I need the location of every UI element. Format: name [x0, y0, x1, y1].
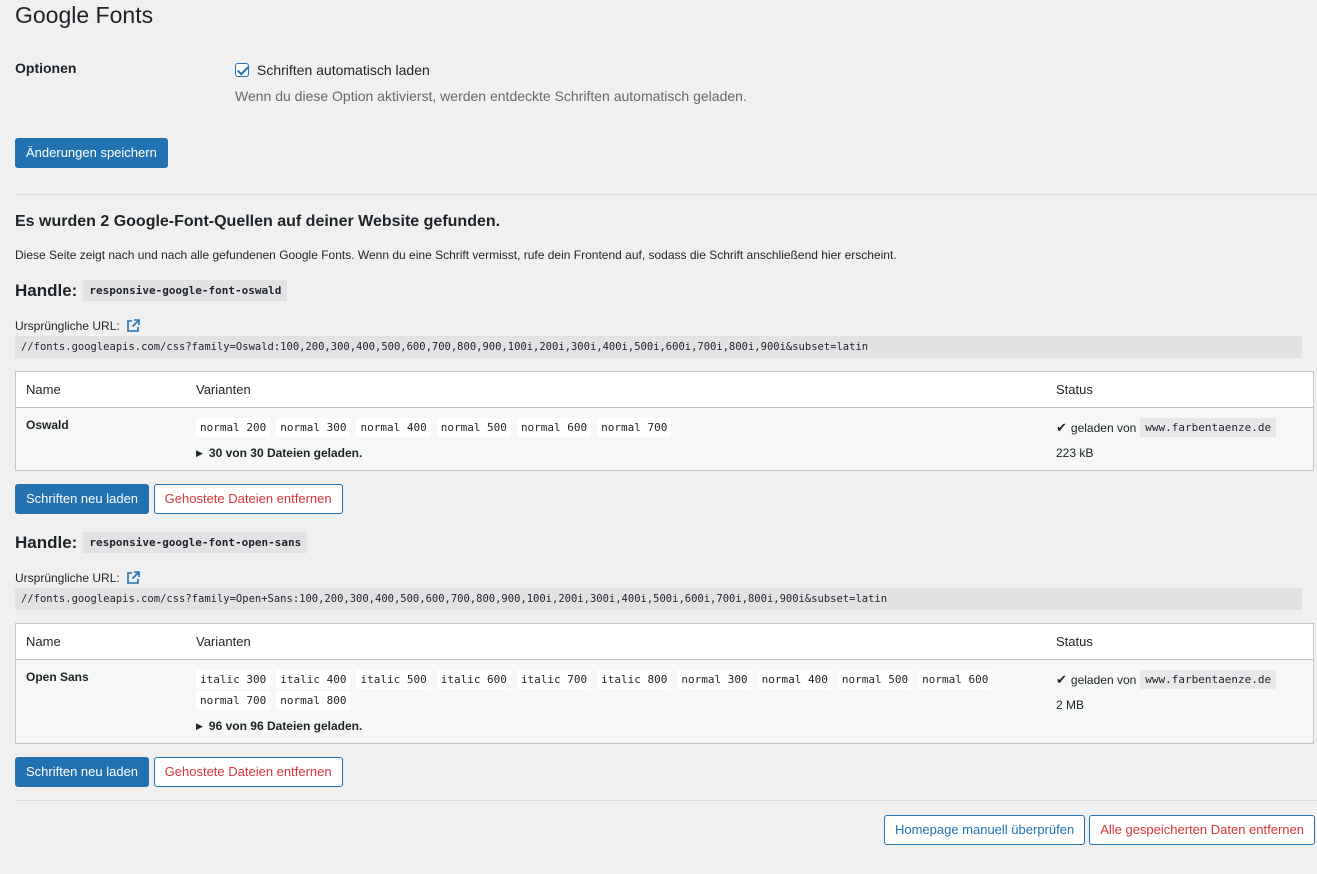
check-homepage-button[interactable]: Homepage manuell überprüfen — [883, 815, 1086, 845]
files-count: 30 von 30 Dateien geladen. — [208, 446, 363, 460]
table-row: Oswald normal 200 normal 300 normal 400 nor… — [15, 407, 1314, 471]
original-url: //fonts.googleapis.com/css?family=Open+S… — [15, 588, 1302, 610]
status-domain: www.farbentaenze.de — [1140, 418, 1277, 437]
divider — [15, 194, 1317, 195]
reload-fonts-button[interactable]: Schriften neu laden — [15, 484, 150, 514]
handle-code: responsive-google-font-oswald — [83, 280, 288, 301]
reload-fonts-button[interactable]: Schriften neu laden — [15, 757, 150, 787]
variant-chip: normal 500 — [837, 670, 913, 689]
col-variants: Varianten — [186, 371, 1046, 408]
col-name: Name — [15, 623, 186, 660]
handle-block: Handle: responsive-google-font-oswald Ur… — [15, 280, 1317, 514]
status-cell: ✔ geladen von www.farbentaenze.de 2 MB — [1046, 659, 1314, 744]
variant-chip: normal 600 — [918, 670, 993, 689]
options-row: Optionen Schriften automatisch laden Wen… — [15, 59, 1317, 104]
found-heading: Es wurden 2 Google-Font-Quellen auf dein… — [15, 213, 501, 230]
loaded-from-label: geladen von — [1070, 420, 1137, 435]
variant-chip: italic 300 — [196, 670, 271, 689]
col-status: Status — [1046, 623, 1314, 660]
variant-chip: normal 500 — [436, 418, 511, 437]
variant-chip: normal 800 — [276, 691, 351, 710]
fonts-table: Name Varianten Status Open Sans italic 3… — [15, 623, 1314, 744]
autoload-description: Wenn du diese Option aktivierst, werden … — [235, 88, 747, 104]
original-url-text: Ursprüngliche URL: — [15, 571, 120, 585]
handle-actions: Schriften neu laden Gehostete Dateien en… — [15, 757, 1317, 787]
status-size: 223 kB — [1056, 446, 1094, 460]
page-title: Google Fonts — [15, 2, 154, 28]
original-url-label: Ursprüngliche URL: — [15, 571, 1317, 585]
col-name: Name — [15, 371, 186, 408]
triangle-right-icon: ▶ — [196, 720, 203, 731]
font-name: Open Sans — [15, 659, 186, 744]
triangle-right-icon: ▶ — [196, 447, 203, 458]
external-link-icon[interactable] — [126, 319, 140, 333]
status-line: ✔ geladen von www.farbentaenze.de — [1056, 670, 1303, 689]
variant-chips: italic 300 italic 400 italic 500 italic 600… — [196, 670, 1036, 710]
options-label: Optionen — [15, 60, 77, 76]
variant-chip: normal 300 — [677, 670, 752, 689]
handle-label: Handle: — [15, 532, 78, 552]
variant-chip: normal 200 — [196, 418, 271, 437]
status-size: 2 MB — [1056, 698, 1085, 712]
autoload-label: Schriften automatisch laden — [257, 62, 430, 78]
loaded-from-label: geladen von — [1070, 672, 1137, 687]
handle-block: Handle: responsive-google-font-open-sans… — [15, 532, 1317, 787]
variants-cell: normal 200 normal 300 normal 400 normal 500… — [186, 407, 1046, 471]
external-link-icon[interactable] — [126, 571, 140, 585]
original-url: //fonts.googleapis.com/css?family=Oswald… — [15, 336, 1302, 358]
save-changes-button[interactable]: Änderungen speichern — [15, 138, 168, 168]
col-variants: Varianten — [186, 623, 1046, 660]
remove-hosted-files-button[interactable]: Gehostete Dateien entfernen — [153, 484, 343, 514]
files-toggle[interactable]: ▶ 96 von 96 Dateien geladen. — [196, 719, 1036, 733]
variant-chip: normal 400 — [356, 418, 431, 437]
variant-chip: italic 600 — [436, 670, 511, 689]
files-toggle[interactable]: ▶ 30 von 30 Dateien geladen. — [196, 446, 1036, 460]
original-url-text: Ursprüngliche URL: — [15, 319, 120, 333]
table-row: Open Sans italic 300 italic 400 italic 500… — [15, 659, 1314, 744]
handle-label: Handle: — [15, 280, 78, 300]
variant-chip: normal 700 — [196, 691, 271, 710]
status-domain: www.farbentaenze.de — [1140, 670, 1277, 689]
autoload-option[interactable]: Schriften automatisch laden — [235, 62, 1317, 78]
original-url-label: Ursprüngliche URL: — [15, 319, 1317, 333]
bottom-actions: Homepage manuell überprüfen Alle gespeic… — [15, 815, 1315, 845]
options-field: Schriften automatisch laden Wenn du dies… — [235, 59, 1317, 104]
variant-chip: normal 400 — [757, 670, 832, 689]
handle-code: responsive-google-font-open-sans — [83, 532, 308, 553]
status-cell: ✔ geladen von www.farbentaenze.de 223 kB — [1046, 407, 1314, 471]
variant-chip: italic 800 — [597, 670, 672, 689]
variant-chip: normal 600 — [516, 418, 592, 437]
files-count: 96 von 96 Dateien geladen. — [208, 719, 363, 733]
divider-bottom — [15, 800, 1317, 801]
handle-actions: Schriften neu laden Gehostete Dateien en… — [15, 484, 1317, 514]
status-line: ✔ geladen von www.farbentaenze.de — [1056, 418, 1303, 437]
variant-chip: italic 400 — [276, 670, 351, 689]
handle-heading: Handle: responsive-google-font-open-sans — [15, 532, 1317, 553]
handle-heading: Handle: responsive-google-font-oswald — [15, 280, 1317, 301]
variants-cell: italic 300 italic 400 italic 500 italic 600… — [186, 659, 1046, 744]
checkmark-icon: ✔ — [1056, 671, 1067, 687]
variant-chip: normal 300 — [276, 418, 351, 437]
col-status: Status — [1046, 371, 1314, 408]
fonts-table: Name Varianten Status Oswald normal 200 n… — [15, 371, 1314, 471]
variant-chips: normal 200 normal 300 normal 400 normal 500… — [196, 418, 1036, 437]
autoload-checkbox[interactable] — [235, 63, 249, 77]
handles-list: Handle: responsive-google-font-oswald Ur… — [15, 280, 1317, 787]
checkmark-icon: ✔ — [1056, 419, 1067, 435]
variant-chip: italic 700 — [516, 670, 592, 689]
remove-hosted-files-button[interactable]: Gehostete Dateien entfernen — [153, 757, 343, 787]
variant-chip: italic 500 — [356, 670, 431, 689]
settings-page: Google Fonts Optionen Schriften automati… — [0, 0, 1317, 845]
font-name: Oswald — [15, 407, 186, 471]
variant-chip: normal 700 — [597, 418, 672, 437]
found-intro: Diese Seite zeigt nach und nach alle gef… — [15, 248, 897, 262]
remove-all-data-button[interactable]: Alle gespeicherten Daten entfernen — [1089, 815, 1315, 845]
